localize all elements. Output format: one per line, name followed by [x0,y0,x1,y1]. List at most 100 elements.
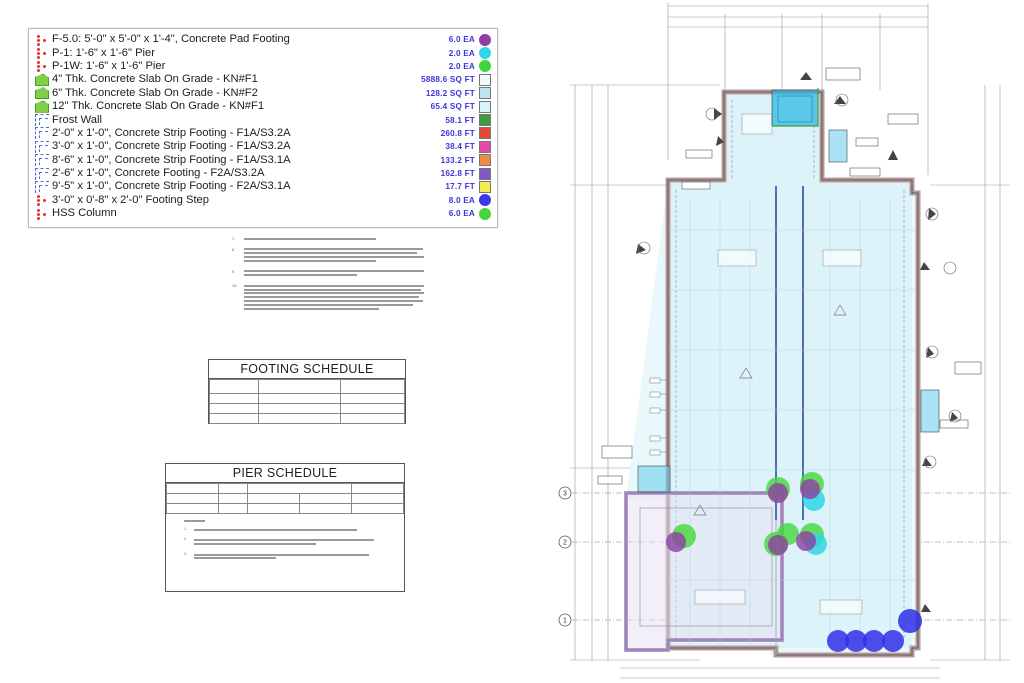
legend-item-name: Frost Wall [52,113,102,126]
legend-item[interactable]: 2'-6" x 1'-0", Concrete Footing - F2A/S3… [35,167,491,180]
legend-item-quantity: 2.0 EA [448,61,475,71]
grid-label: 1 [563,618,567,625]
legend-color-swatch[interactable] [479,127,491,140]
legend-item[interactable]: 12" Thk. Concrete Slab On Grade - KN#F1 6… [35,100,491,113]
pad-footing-marker [796,531,816,551]
note-item: 8. [232,247,432,264]
bottom-dimension-strings [620,667,940,679]
legend-color-swatch[interactable] [479,47,491,60]
area-icon [35,100,49,113]
legend-item-quantity: 17.7 FT [445,182,475,192]
pad-footing-marker [800,479,820,499]
legend-color-swatch[interactable] [479,207,491,220]
linear-icon [35,154,49,167]
note-item: 7. [232,236,432,242]
legend-item-quantity: 133.2 FT [440,155,475,165]
legend-item-quantity: 128.2 SQ FT [425,88,475,98]
legend-item-name: 9'-5" x 1'-0", Concrete Strip Footing - … [52,180,291,193]
linear-icon [35,180,49,193]
legend-color-swatch[interactable] [479,194,491,207]
footing-step-marker [898,609,922,633]
takeoff-legend: F-5.0: 5'-0" x 5'-0" x 1'-4", Concrete P… [28,28,498,228]
legend-item-name: 2'-6" x 1'-0", Concrete Footing - F2A/S3… [52,167,265,180]
linear-icon [35,127,49,140]
legend-item-quantity: 8.0 EA [448,195,475,205]
foundation-plan: 3 2 1 [540,0,1024,683]
footing-schedule-table [209,379,406,424]
legend-item[interactable]: P-1: 1'-6" x 1'-6" Pier 2.0 EA [35,46,491,60]
legend-item-quantity: 162.8 FT [440,169,475,179]
area-icon [35,87,49,100]
foundation-plan-drawing: 3 2 1 [558,3,1010,679]
count-icon [35,60,49,72]
legend-item[interactable]: 3'-0" x 1'-0", Concrete Strip Footing - … [35,140,491,153]
legend-color-swatch[interactable] [479,154,491,167]
legend-item-name: 2'-0" x 1'-0", Concrete Strip Footing - … [52,126,291,139]
legend-item-quantity: 260.8 FT [440,128,475,138]
pier-schedule: PIER SCHEDULE 1. 2. 3. [165,463,405,592]
legend-item-name: P-1: 1'-6" x 1'-6" Pier [52,46,155,59]
legend-color-swatch[interactable] [479,33,491,46]
legend-color-swatch[interactable] [479,140,491,153]
grid-bubble-1: 1 [558,613,572,627]
pad-footing-marker [666,532,686,552]
legend-item-quantity: 38.4 FT [445,142,475,152]
legend-item-name: 3'-0" x 0'-8" x 2'-0" Footing Step [52,193,209,206]
legend-color-swatch[interactable] [479,87,491,100]
legend-item[interactable]: HSS Column 6.0 EA [35,207,491,220]
legend-item-quantity: 6.0 EA [448,209,475,219]
legend-item[interactable]: P-1W: 1'-6" x 1'-6" Pier 2.0 EA [35,60,491,73]
count-icon [35,208,49,220]
legend-item[interactable]: 2'-0" x 1'-0", Concrete Strip Footing - … [35,127,491,140]
legend-item-quantity: 65.4 SQ FT [430,102,475,112]
legend-item-name: 4" Thk. Concrete Slab On Grade - KN#F1 [52,73,258,86]
legend-item[interactable]: F-5.0: 5'-0" x 5'-0" x 1'-4", Concrete P… [35,33,491,46]
footing-step-marker [882,630,904,652]
grid-label: 2 [563,540,567,547]
legend-item-name: P-1W: 1'-6" x 1'-6" Pier [52,59,166,72]
pier-notes: 1. 2. 3. [166,514,404,561]
pier-schedule-title: PIER SCHEDULE [166,464,404,483]
note-item: 10. [232,283,432,311]
footing-2ft6in-outline [624,491,784,652]
legend-item-name: 6" Thk. Concrete Slab On Grade - KN#F2 [52,86,258,99]
legend-item[interactable]: 6" Thk. Concrete Slab On Grade - KN#F2 12… [35,87,491,100]
legend-color-swatch[interactable] [479,73,491,86]
footing-schedule: FOOTING SCHEDULE [208,359,406,424]
legend-item-name: 3'-0" x 1'-0", Concrete Strip Footing - … [52,140,291,153]
grid-bubble-3: 3 [558,486,572,500]
count-icon [35,194,49,206]
legend-item[interactable]: 9'-5" x 1'-0", Concrete Strip Footing - … [35,180,491,193]
legend-item-name: 8'-6" x 1'-0", Concrete Strip Footing - … [52,153,291,166]
legend-color-swatch[interactable] [479,60,491,73]
count-icon [35,47,49,59]
grid-bubble-2: 2 [558,535,572,549]
legend-item-quantity: 2.0 EA [448,48,475,58]
legend-item-quantity: 6.0 EA [448,35,475,45]
count-icon [35,34,49,46]
legend-color-swatch[interactable] [479,114,491,127]
legend-item[interactable]: 4" Thk. Concrete Slab On Grade - KN#F1 58… [35,73,491,86]
legend-color-swatch[interactable] [479,167,491,180]
legend-color-swatch[interactable] [479,100,491,113]
area-icon [35,73,49,86]
pad-footing-marker [768,535,788,555]
legend-color-swatch[interactable] [479,180,491,193]
legend-item[interactable]: 3'-0" x 0'-8" x 2'-0" Footing Step 8.0 EA [35,194,491,207]
pier-schedule-table [165,483,405,514]
linear-icon [35,167,49,180]
legend-item-name: 12" Thk. Concrete Slab On Grade - KN#F1 [52,100,265,113]
slab-12in-area [828,129,848,163]
general-notes: 7. 8. 9. 10. [232,236,432,316]
legend-item-quantity: 5888.6 SQ FT [421,75,475,85]
legend-item-name: HSS Column [52,207,117,220]
linear-icon [35,114,49,127]
linear-icon [35,140,49,153]
grid-label: 3 [563,491,567,498]
note-item: 9. [232,269,432,278]
footing-step-marker [863,630,885,652]
legend-item-quantity: 58.1 FT [445,115,475,125]
pad-footing-marker [768,483,788,503]
legend-item[interactable]: Frost Wall 58.1 FT [35,113,491,127]
legend-item[interactable]: 8'-6" x 1'-0", Concrete Strip Footing - … [35,154,491,167]
